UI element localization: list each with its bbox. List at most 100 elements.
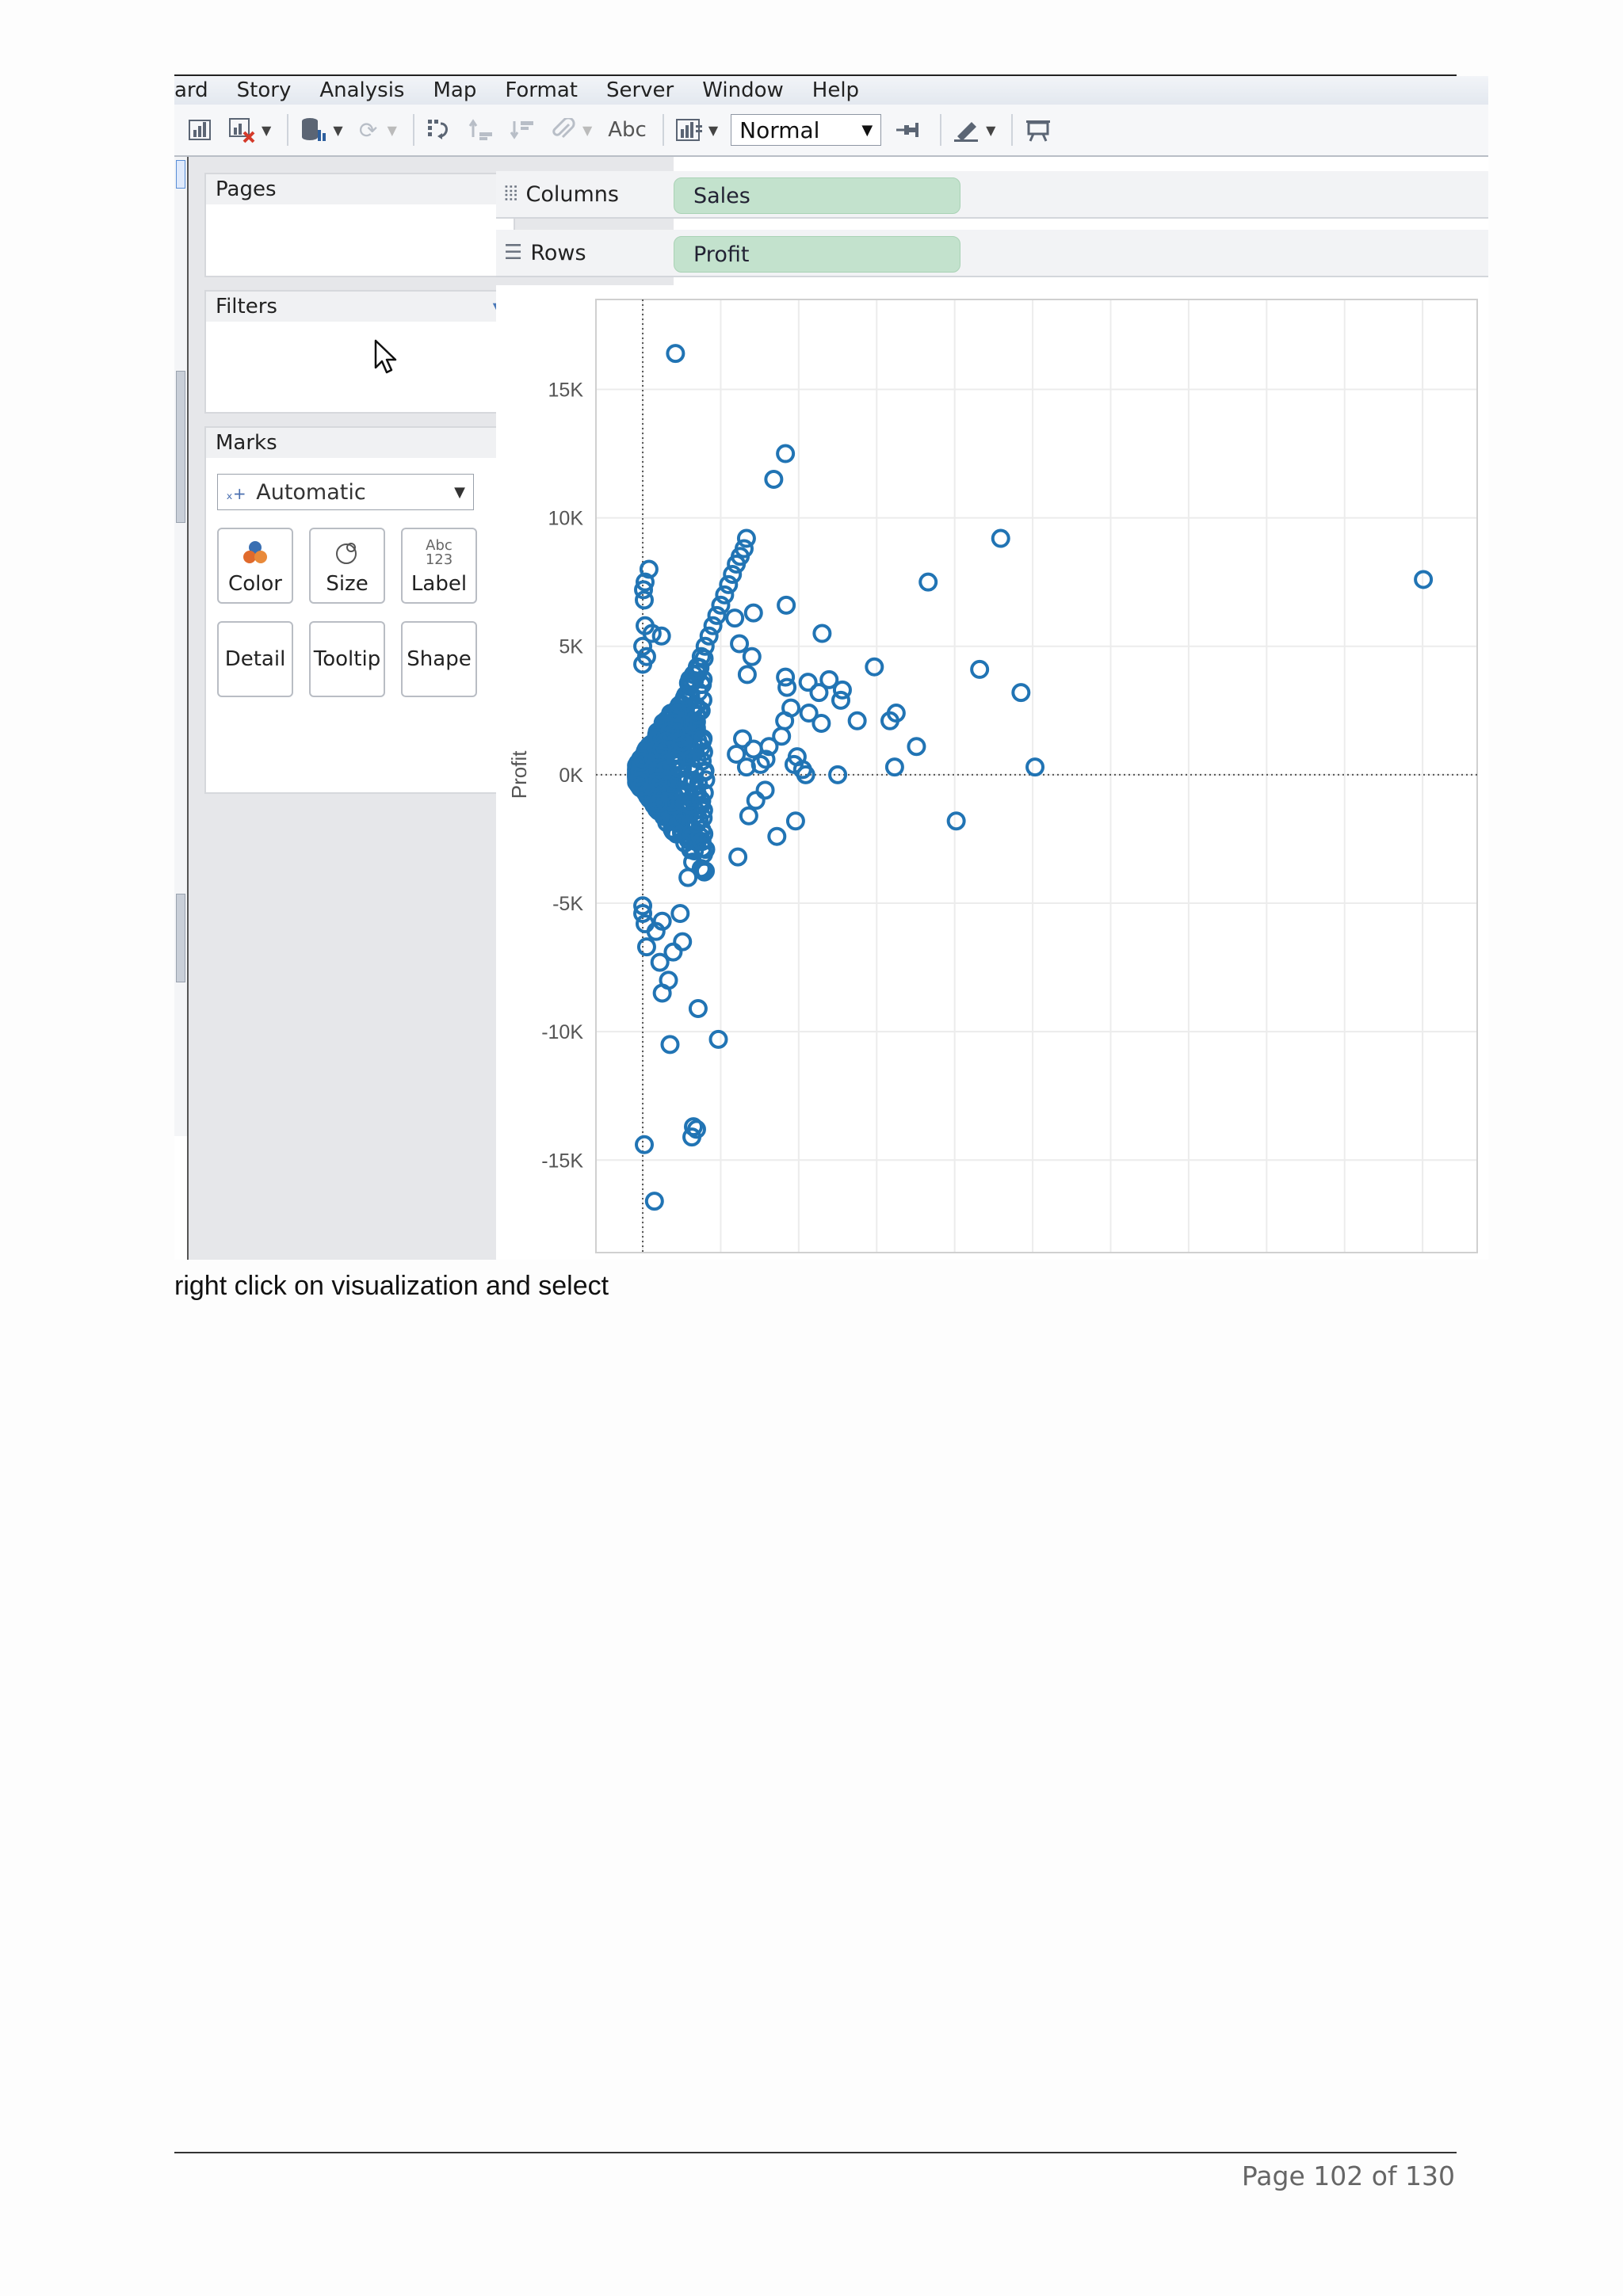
menu-item-help[interactable]: Help bbox=[812, 78, 859, 102]
menu-item-analysis[interactable]: Analysis bbox=[319, 78, 404, 102]
scroll-marker[interactable] bbox=[176, 371, 185, 523]
data-point[interactable] bbox=[991, 528, 1010, 548]
chevron-down-icon[interactable]: ▼ bbox=[582, 123, 592, 138]
data-point[interactable] bbox=[708, 1029, 728, 1049]
data-point[interactable] bbox=[755, 780, 775, 800]
data-point[interactable] bbox=[970, 659, 990, 679]
data-point[interactable] bbox=[660, 1035, 680, 1055]
data-point[interactable] bbox=[812, 624, 832, 643]
size-button[interactable]: Size bbox=[309, 528, 385, 604]
show-labels-icon[interactable]: Abc bbox=[608, 118, 647, 142]
pages-card: Pages bbox=[204, 173, 515, 277]
tooltip-button[interactable]: Tooltip bbox=[309, 621, 385, 697]
clear-sheet-icon[interactable] bbox=[225, 113, 260, 147]
label-button[interactable]: Abc 123 Label bbox=[401, 528, 477, 604]
data-point[interactable] bbox=[730, 634, 750, 654]
new-worksheet-icon[interactable] bbox=[184, 113, 219, 147]
menu-item-format[interactable]: Format bbox=[505, 78, 578, 102]
data-point[interactable] bbox=[739, 806, 758, 826]
data-point[interactable] bbox=[670, 903, 690, 923]
chevron-down-icon[interactable]: ▼ bbox=[986, 123, 995, 138]
show-me-icon[interactable] bbox=[672, 113, 707, 147]
data-point[interactable] bbox=[742, 646, 762, 666]
data-point[interactable] bbox=[907, 737, 926, 757]
data-point[interactable] bbox=[918, 572, 938, 592]
data-point[interactable] bbox=[831, 690, 850, 710]
refresh-icon[interactable]: ⟳ bbox=[351, 113, 386, 147]
chevron-down-icon[interactable]: ▼ bbox=[333, 123, 342, 138]
pages-card-title: Pages bbox=[216, 177, 277, 201]
data-point[interactable] bbox=[743, 603, 763, 623]
data-point[interactable] bbox=[688, 998, 708, 1018]
data-point[interactable] bbox=[636, 937, 656, 957]
data-point[interactable] bbox=[673, 932, 693, 952]
sort-asc-icon[interactable] bbox=[464, 113, 498, 147]
data-point[interactable] bbox=[707, 605, 727, 625]
menu-item-map[interactable]: Map bbox=[433, 78, 476, 102]
highlight-icon[interactable] bbox=[949, 113, 984, 147]
data-point[interactable] bbox=[719, 574, 739, 594]
menu-item-story[interactable]: Story bbox=[237, 78, 292, 102]
data-point[interactable] bbox=[699, 626, 719, 646]
filters-card[interactable]: Filters ▼ bbox=[204, 290, 515, 414]
data-point[interactable] bbox=[777, 595, 796, 615]
data-point[interactable] bbox=[733, 729, 753, 749]
chevron-down-icon[interactable]: ▼ bbox=[262, 123, 271, 138]
attach-icon[interactable] bbox=[546, 113, 581, 147]
scroll-marker[interactable] bbox=[176, 894, 185, 982]
scatter-plot[interactable]: 0K10K20K30K40K50K60K70K80K90K100K15K10K5… bbox=[496, 285, 1488, 1260]
color-button[interactable]: Color bbox=[217, 528, 293, 604]
marks-card-title: Marks bbox=[216, 431, 277, 455]
data-point[interactable] bbox=[785, 811, 805, 831]
data-point[interactable] bbox=[775, 711, 795, 730]
data-point[interactable] bbox=[715, 585, 735, 605]
data-point[interactable] bbox=[847, 711, 867, 730]
data-point[interactable] bbox=[678, 868, 698, 887]
rows-shelf[interactable]: ☰ Rows Profit bbox=[496, 230, 1488, 277]
data-point[interactable] bbox=[764, 469, 784, 489]
data-point[interactable] bbox=[652, 983, 672, 1003]
data-point[interactable] bbox=[812, 714, 831, 734]
data-point[interactable] bbox=[809, 683, 829, 703]
data-point[interactable] bbox=[635, 590, 655, 610]
data-point[interactable] bbox=[946, 811, 966, 831]
data-point[interactable] bbox=[865, 657, 884, 677]
data-point[interactable] bbox=[725, 608, 745, 628]
shape-button[interactable]: Shape bbox=[401, 621, 477, 697]
data-point[interactable] bbox=[728, 847, 748, 867]
data-point[interactable] bbox=[746, 791, 766, 810]
data-point[interactable] bbox=[776, 444, 796, 463]
menu-item-window[interactable]: Window bbox=[702, 78, 784, 102]
chevron-down-icon[interactable]: ▼ bbox=[388, 123, 397, 138]
visualization-area[interactable]: 0K10K20K30K40K50K60K70K80K90K100K15K10K5… bbox=[496, 285, 1488, 1260]
data-point[interactable] bbox=[1011, 683, 1031, 703]
data-point[interactable] bbox=[737, 665, 757, 685]
profit-pill[interactable]: Profit bbox=[674, 236, 960, 273]
mark-type-dropdown[interactable]: ₓ+ Automatic ▼ bbox=[217, 474, 474, 510]
data-point[interactable] bbox=[650, 952, 670, 972]
data-point[interactable] bbox=[727, 744, 747, 764]
data-point[interactable] bbox=[644, 1192, 664, 1211]
datasource-icon[interactable] bbox=[296, 113, 331, 147]
data-point[interactable] bbox=[723, 564, 743, 584]
sales-pill[interactable]: Sales bbox=[674, 177, 960, 214]
sort-desc-icon[interactable] bbox=[505, 113, 540, 147]
menu-item-dashboard[interactable]: ard bbox=[174, 78, 208, 102]
swap-icon[interactable] bbox=[422, 113, 457, 147]
data-point[interactable] bbox=[1025, 757, 1045, 777]
menu-item-server[interactable]: Server bbox=[606, 78, 674, 102]
data-point[interactable] bbox=[703, 616, 723, 635]
fit-dropdown[interactable]: Normal ▼ bbox=[731, 114, 882, 146]
data-point[interactable] bbox=[635, 1135, 655, 1154]
columns-shelf[interactable]: ⦙⦙⦙ Columns Sales bbox=[496, 171, 1488, 219]
data-point[interactable] bbox=[767, 826, 787, 846]
presentation-icon[interactable] bbox=[1021, 113, 1056, 147]
data-point[interactable] bbox=[884, 757, 904, 777]
detail-button[interactable]: Detail bbox=[217, 621, 293, 697]
pin-icon[interactable] bbox=[891, 113, 926, 147]
y-tick-label: 0K bbox=[559, 765, 583, 787]
chevron-down-icon[interactable]: ▼ bbox=[708, 123, 718, 138]
data-point[interactable] bbox=[666, 344, 685, 364]
data-point[interactable] bbox=[651, 626, 671, 646]
data-point[interactable] bbox=[777, 677, 797, 697]
